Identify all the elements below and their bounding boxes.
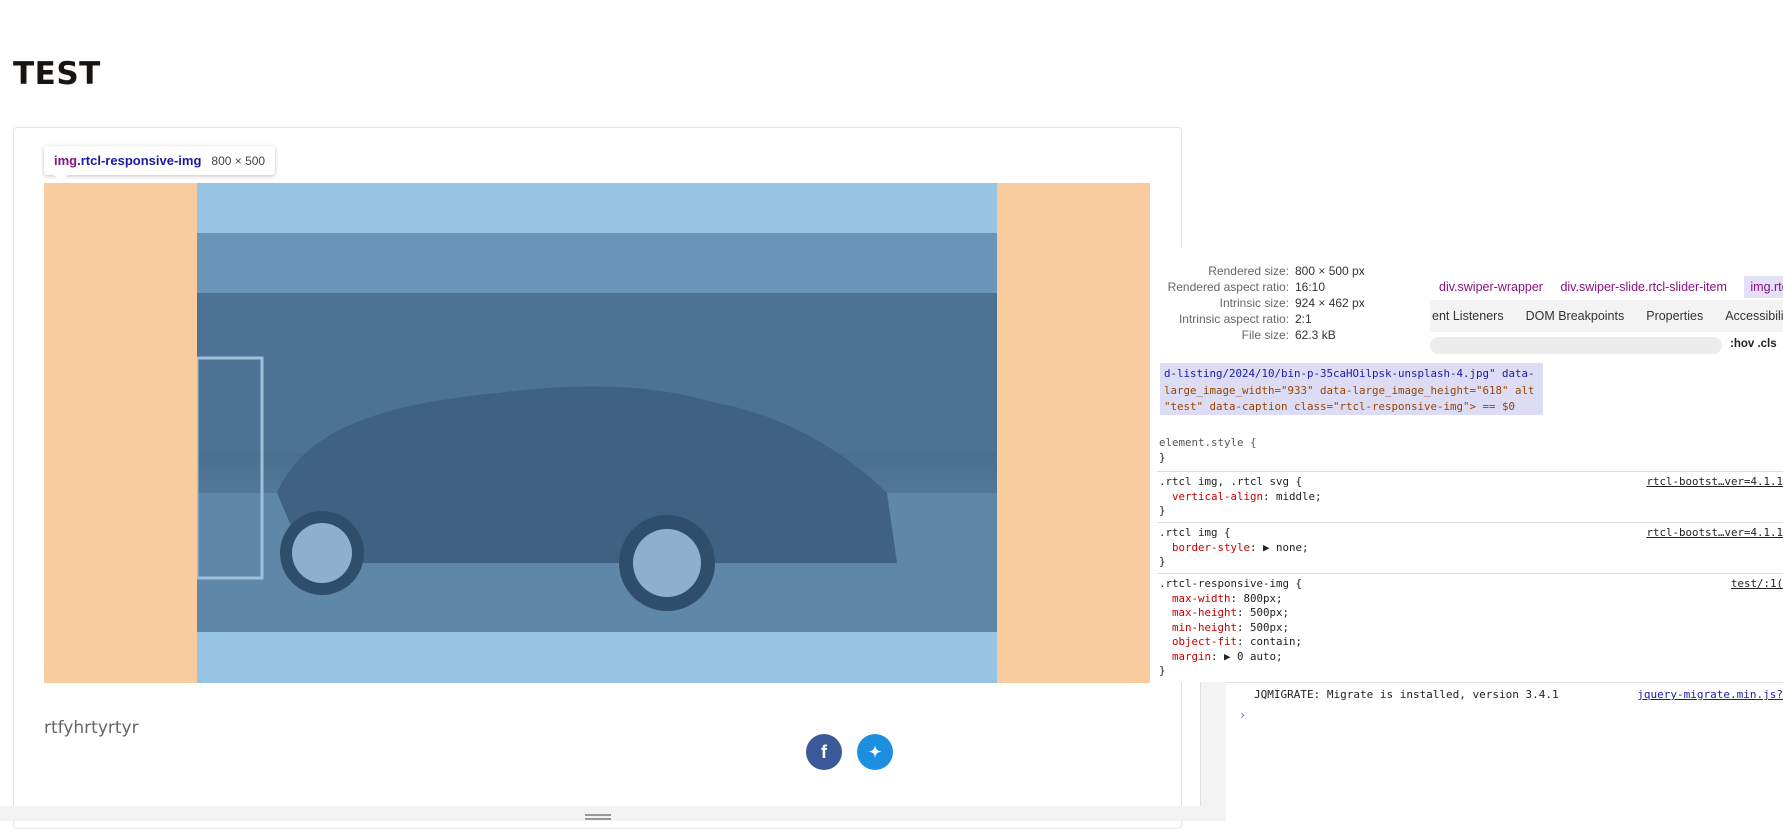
image-margin-overlay [44, 183, 1150, 683]
tab-accessibility[interactable]: Accessibility [1725, 309, 1783, 323]
image-info-popup: Rendered size: 800 × 500 px Rendered aspe… [1157, 248, 1377, 358]
tab-properties[interactable]: Properties [1646, 309, 1703, 323]
dom-breadcrumb: div.swiper-wrapper div.swiper-slide.rtcl… [1439, 276, 1783, 298]
hov-cls-buttons[interactable]: :hov .cls [1730, 338, 1777, 350]
tooltip-tag: img [54, 153, 78, 168]
info-row: File size: 62.3 kB [1241, 328, 1336, 342]
twitter-icon: ✦ [868, 744, 882, 761]
tab-dom-breakpoints[interactable]: DOM Breakpoints [1526, 309, 1625, 323]
styles-filter-input[interactable] [1430, 337, 1722, 354]
twitter-share-button[interactable]: ✦ [857, 734, 893, 770]
breadcrumb-item-selected[interactable]: img.rtcl-re [1744, 276, 1783, 298]
styles-pane: d-listing/2024/10/bin-p-35caHOilpsk-unsp… [1157, 358, 1783, 682]
info-row: Rendered aspect ratio: 16:10 [1167, 280, 1326, 294]
selected-node[interactable]: d-listing/2024/10/bin-p-35caHOilpsk-unsp… [1160, 363, 1543, 415]
tooltip-class: .rtcl-responsive-img [77, 153, 202, 168]
styles-subtabs: ent Listeners DOM Breakpoints Properties… [1430, 300, 1783, 332]
drawer-resize-bar[interactable] [0, 806, 1226, 821]
page-title: TEST [13, 56, 101, 92]
facebook-share-button[interactable]: f [806, 734, 842, 770]
rule-source-link[interactable]: test/:1( [1731, 577, 1783, 592]
car-photo [197, 233, 997, 632]
style-rule: .rtcl img { border-style: ▶ none; } rtcl-… [1157, 526, 1783, 574]
style-rule: .rtcl img, .rtcl svg { vertical-align: m… [1157, 475, 1783, 523]
rule-source-link[interactable]: rtcl-bootst…ver=4.1.1 [1646, 475, 1783, 490]
style-rule: element.style { } [1157, 436, 1783, 472]
facebook-icon: f [821, 741, 827, 762]
breadcrumb-item[interactable]: div.swiper-wrapper [1439, 280, 1543, 294]
info-row: Intrinsic size: 924 × 462 px [1219, 296, 1365, 310]
console-message: JQMIGRATE: Migrate is installed, version… [1254, 688, 1559, 701]
info-row: Intrinsic aspect ratio: 2:1 [1178, 312, 1312, 326]
info-row: Rendered size: 800 × 500 px [1208, 264, 1365, 278]
element-inspect-tooltip: img.rtcl-responsive-img 800 × 500 [44, 146, 276, 182]
rule-source-link[interactable]: rtcl-bootst…ver=4.1.1 [1646, 526, 1783, 541]
console-prompt[interactable]: › [1239, 708, 1246, 722]
console-pane: JQMIGRATE: Migrate is installed, version… [1226, 682, 1783, 822]
drag-handle-icon[interactable] [585, 814, 611, 816]
styles-filter-bar: :hov .cls [1430, 332, 1783, 360]
breadcrumb-item[interactable]: div.swiper-slide.rtcl-slider-item [1560, 280, 1726, 294]
listing-description: rtfyhrtyrtyr [44, 718, 139, 738]
scrollbar[interactable] [1200, 682, 1227, 806]
console-source-link[interactable]: jquery-migrate.min.js? [1637, 688, 1783, 701]
tooltip-size: 800 × 500 [211, 153, 266, 168]
style-rule: .rtcl-responsive-img { max-width: 800px;… [1159, 577, 1783, 677]
tab-event-listeners[interactable]: ent Listeners [1432, 309, 1504, 323]
listing-image[interactable] [197, 183, 997, 683]
